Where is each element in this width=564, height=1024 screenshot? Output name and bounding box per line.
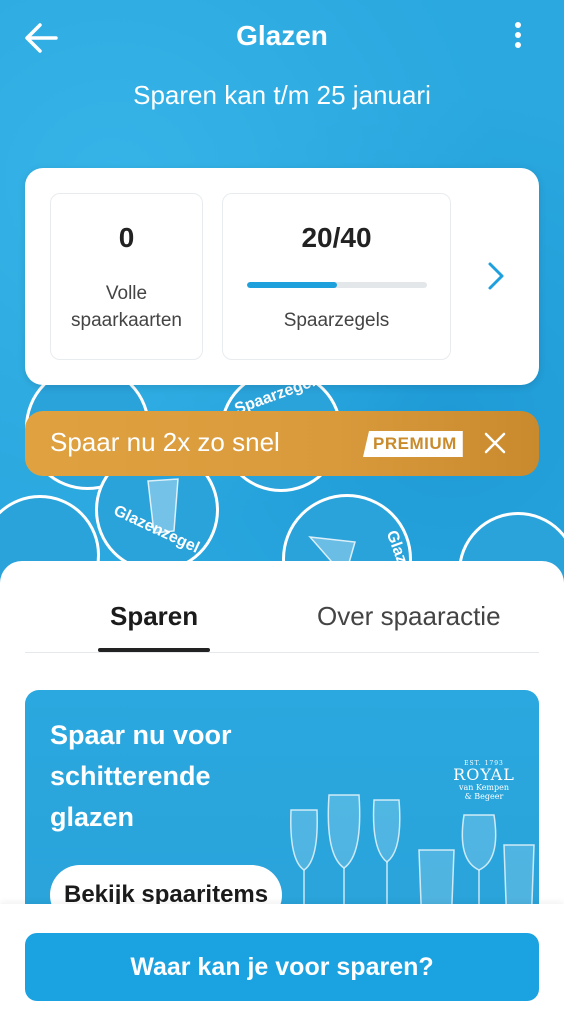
premium-banner-text: Spaar nu 2x zo snel <box>50 427 280 457</box>
top-bar: Glazen <box>0 0 564 76</box>
bottom-action-bar: Waar kan je voor sparen? <box>0 904 564 1024</box>
savings-summary-card[interactable]: 0 Volle spaarkaarten 20/40 Spaarzegels <box>25 168 539 385</box>
full-cards-box: 0 Volle spaarkaarten <box>50 193 203 360</box>
savings-period: Sparen kan t/m 25 januari <box>133 80 431 110</box>
stamps-progress-fill <box>247 282 337 288</box>
close-icon <box>484 432 506 454</box>
stamps-label: Spaarzegels <box>283 310 390 331</box>
tab-bar: Sparen Over spaaractie <box>25 591 539 653</box>
more-options-button[interactable] <box>512 22 524 54</box>
summary-details-button[interactable] <box>481 256 511 296</box>
more-vertical-icon <box>515 22 521 28</box>
premium-banner[interactable]: Spaar nu 2x zo snel PREMIUM <box>25 411 539 476</box>
where-to-save-button[interactable]: Waar kan je voor sparen? <box>25 933 539 1001</box>
hero-background: Spaarzegel Glazenzegel Glazen Glazen Spa… <box>0 0 564 632</box>
stamps-progress-bar <box>247 282 427 288</box>
promo-heading: Spaar nu voor schitterende glazen <box>50 720 232 832</box>
tab-sparen[interactable]: Sparen <box>110 601 198 632</box>
close-banner-button[interactable] <box>483 431 507 455</box>
full-cards-count: 0 <box>118 222 135 253</box>
active-tab-indicator <box>98 648 210 652</box>
stamps-count: 20/40 <box>301 222 372 253</box>
chevron-right-icon <box>488 262 504 290</box>
premium-badge: PREMIUM <box>363 431 463 457</box>
page-title: Glazen <box>236 20 328 51</box>
stamps-box: 20/40 Spaarzegels <box>222 193 451 360</box>
full-cards-label: Volle spaarkaarten <box>71 283 182 331</box>
promo-card: Spaar nu voor schitterende glazen EST. 1… <box>25 690 539 930</box>
tab-over-spaaractie[interactable]: Over spaaractie <box>317 601 501 632</box>
